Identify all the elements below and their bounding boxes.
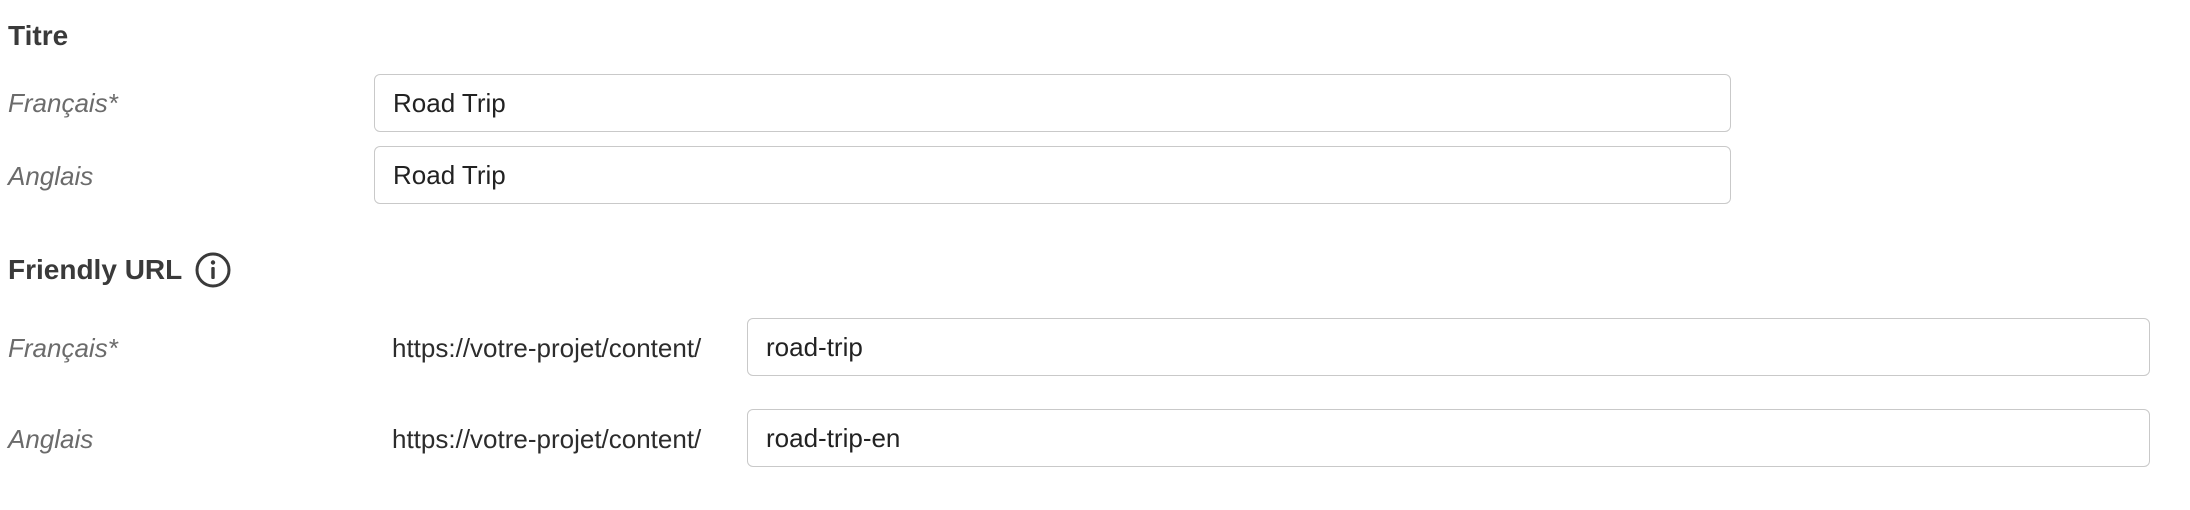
title-label-english: Anglais — [8, 161, 94, 191]
url-label-english: Anglais — [8, 424, 94, 454]
friendly-url-section-heading: Friendly URL — [8, 252, 231, 288]
title-input-english[interactable] — [374, 146, 1731, 204]
friendly-url-heading-text: Friendly URL — [8, 254, 183, 285]
title-heading-text: Titre — [8, 20, 69, 51]
url-input-english[interactable] — [747, 409, 2150, 467]
info-icon[interactable] — [195, 252, 231, 288]
url-label-french: Français* — [8, 333, 118, 363]
url-input-french[interactable] — [747, 318, 2150, 376]
title-input-french[interactable] — [374, 74, 1731, 132]
title-label-french: Français* — [8, 88, 118, 118]
url-prefix-french: https://votre-projet/content/ — [392, 333, 702, 363]
title-section-heading: Titre — [8, 18, 68, 54]
url-prefix-english: https://votre-projet/content/ — [392, 424, 702, 454]
